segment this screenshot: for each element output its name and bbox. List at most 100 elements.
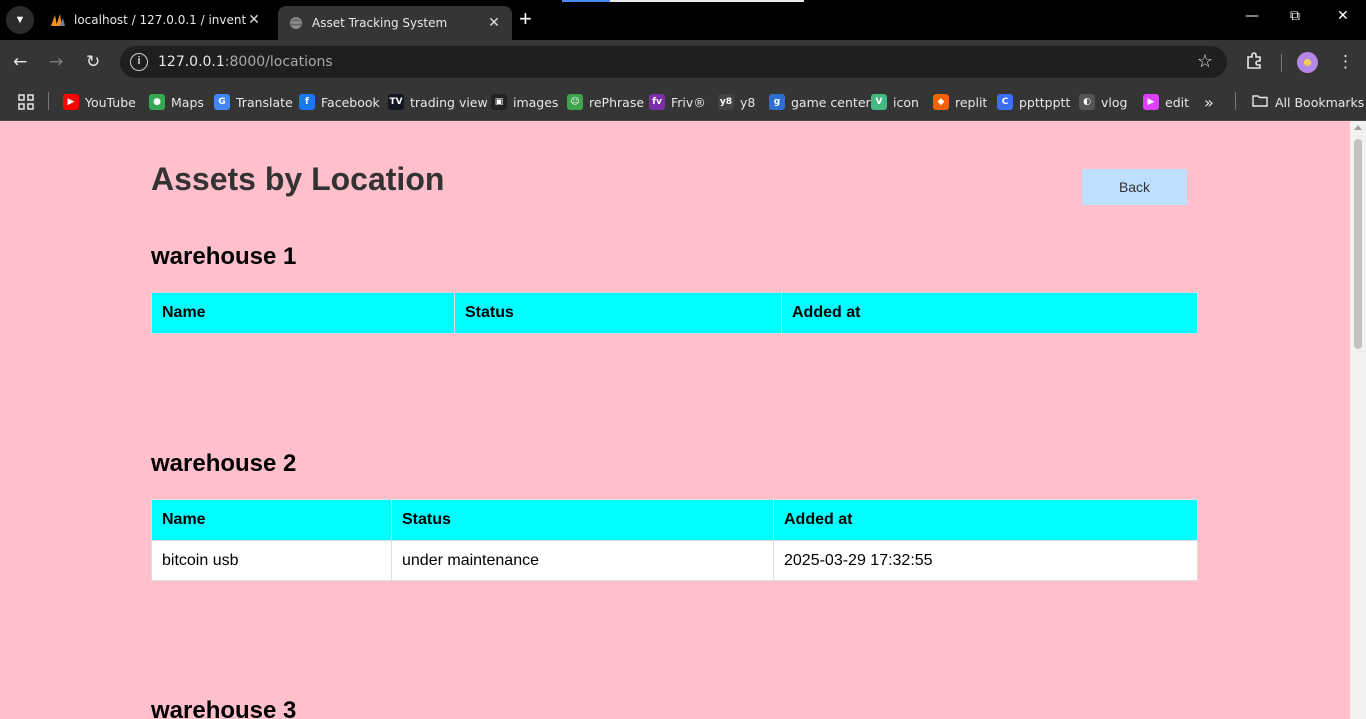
table-header-row: Name Status Added at	[151, 292, 1198, 334]
new-tab-button[interactable]: +	[519, 8, 532, 30]
bookmark-item[interactable]: fv Friv®	[649, 93, 706, 111]
bookmark-item[interactable]: g game center	[769, 93, 871, 111]
tab-title: Asset Tracking System	[312, 16, 448, 30]
menu-kebab-icon[interactable]: ⋮	[1337, 52, 1354, 72]
bookmark-label: Facebook	[321, 94, 380, 110]
bookmarks-divider	[48, 92, 49, 110]
maps-icon: ●	[149, 94, 165, 110]
bookmark-item[interactable]: ▣ images	[491, 93, 558, 111]
tab-search-button[interactable]: ▼	[6, 6, 34, 34]
bookmark-label: images	[513, 94, 559, 110]
bookmark-item[interactable]: ◐ vlog	[1079, 93, 1127, 111]
translate-icon: G	[214, 94, 230, 110]
page-title: Assets by Location	[151, 161, 445, 197]
youtube-icon: ▶	[63, 94, 79, 110]
profile-avatar[interactable]: ☻	[1297, 52, 1318, 73]
bookmark-label: vlog	[1101, 94, 1128, 110]
location-heading: warehouse 1	[151, 243, 297, 270]
chevron-down-icon: ▼	[14, 14, 26, 26]
bookmark-item[interactable]: Vicon	[871, 93, 919, 111]
bookmark-label: rePhrase	[589, 94, 645, 110]
gamecenter-icon: g	[769, 94, 785, 110]
bookmarks-divider	[1235, 92, 1236, 110]
bookmark-item[interactable]: TV trading view	[388, 93, 488, 111]
column-header-added-at: Added at	[773, 499, 1198, 541]
facebook-icon: f	[299, 94, 315, 110]
back-button[interactable]: Back	[1082, 169, 1187, 205]
bookmark-label: icon	[893, 94, 919, 110]
bookmark-item[interactable]: ● Maps	[149, 93, 204, 111]
minimize-icon[interactable]: —	[1245, 8, 1259, 24]
page-content: Assets by Location Back warehouse 1 Name…	[0, 121, 1350, 719]
bookmark-label: Translate	[236, 94, 293, 110]
column-header-name: Name	[151, 292, 455, 334]
bookmark-item[interactable]: Cppttpptt	[997, 93, 1070, 111]
bookmark-label: game center	[791, 94, 871, 110]
tab-title: localhost / 127.0.0.1 / inventory	[74, 13, 246, 27]
cell-status: under maintenance	[391, 540, 774, 581]
bookmark-label: Friv®	[671, 94, 706, 110]
y8-icon: y8	[718, 94, 734, 110]
tab-asset-tracking[interactable]: Asset Tracking System ✕	[278, 6, 512, 40]
extensions-icon[interactable]	[1245, 52, 1263, 75]
folder-icon	[1252, 94, 1268, 110]
column-header-name: Name	[151, 499, 392, 541]
tab-strip: ▼ localhost / 127.0.0.1 / inventory ✕ As…	[0, 0, 1366, 40]
bookmark-label: replit	[955, 94, 988, 110]
loading-indicator	[562, 0, 804, 2]
assets-table: Name Status Added at bitcoin usb under m…	[151, 499, 1198, 581]
bookmark-label: Maps	[171, 94, 204, 110]
restore-icon[interactable]: ⧉	[1290, 8, 1300, 24]
more-bookmarks-icon[interactable]: »	[1204, 93, 1214, 112]
table-header-row: Name Status Added at	[151, 499, 1198, 541]
apps-grid-icon[interactable]	[18, 93, 34, 111]
vertical-scrollbar[interactable]	[1350, 121, 1366, 719]
bookmark-item[interactable]: ◆ replit	[933, 93, 987, 111]
bookmark-item[interactable]: ▶ YouTube	[63, 93, 136, 111]
url-text[interactable]: 127.0.0.1:8000/locations	[158, 54, 333, 70]
back-arrow-icon[interactable]: ←	[13, 52, 27, 72]
window-close-icon[interactable]: ✕	[1337, 8, 1349, 24]
bookmark-label: trading view	[410, 94, 488, 110]
all-bookmarks-button[interactable]: All Bookmarks	[1252, 93, 1364, 111]
location-heading: warehouse 2	[151, 450, 297, 477]
site-info-icon[interactable]: i	[130, 53, 148, 71]
column-header-status: Status	[454, 292, 782, 334]
toolbar-divider	[1281, 54, 1282, 72]
close-icon[interactable]: ✕	[246, 12, 262, 28]
column-header-status: Status	[391, 499, 774, 541]
reload-icon[interactable]: ↻	[86, 52, 100, 72]
canva-icon: C	[997, 94, 1013, 110]
all-bookmarks-label: All Bookmarks	[1275, 94, 1365, 110]
forward-arrow-icon[interactable]: →	[49, 52, 63, 72]
tradingview-icon: TV	[388, 94, 404, 110]
assets-table: Name Status Added at	[151, 292, 1198, 334]
table-row: bitcoin usb under maintenance 2025-03-29…	[151, 540, 1198, 581]
globe-icon	[288, 15, 304, 31]
bookmark-label: YouTube	[85, 94, 136, 110]
bookmark-label: ppttpptt	[1019, 94, 1071, 110]
bookmark-label: edit	[1165, 94, 1189, 110]
location-heading: warehouse 3	[151, 697, 297, 719]
bookmark-item[interactable]: ☺ rePhrase	[567, 93, 644, 111]
vlog-icon: ◐	[1079, 94, 1095, 110]
play-icon: ▶	[1143, 94, 1159, 110]
scroll-up-arrow-icon[interactable]	[1354, 125, 1362, 130]
bookmark-item[interactable]: G Translate	[214, 93, 293, 111]
bookmark-item[interactable]: ▶ edit	[1143, 93, 1189, 111]
tab-phpmyadmin[interactable]: localhost / 127.0.0.1 / inventory ✕	[40, 4, 272, 36]
images-icon: ▣	[491, 94, 507, 110]
browser-toolbar: ← → ↻ i 127.0.0.1:8000/locations ☆ ⋮	[0, 40, 1366, 84]
scrollbar-thumb[interactable]	[1354, 139, 1362, 349]
rephrase-icon: ☺	[567, 94, 583, 110]
address-bar[interactable]: i 127.0.0.1:8000/locations ☆	[120, 46, 1227, 78]
vue-icon: V	[871, 94, 887, 110]
bookmark-item[interactable]: f Facebook	[299, 93, 380, 111]
close-icon[interactable]: ✕	[486, 15, 502, 31]
bookmark-item[interactable]: y8 y8	[718, 93, 755, 111]
column-header-added-at: Added at	[781, 292, 1198, 334]
phpmyadmin-icon	[50, 12, 66, 28]
friv-icon: fv	[649, 94, 665, 110]
bookmark-star-icon[interactable]: ☆	[1197, 51, 1213, 72]
cell-name: bitcoin usb	[151, 540, 392, 581]
